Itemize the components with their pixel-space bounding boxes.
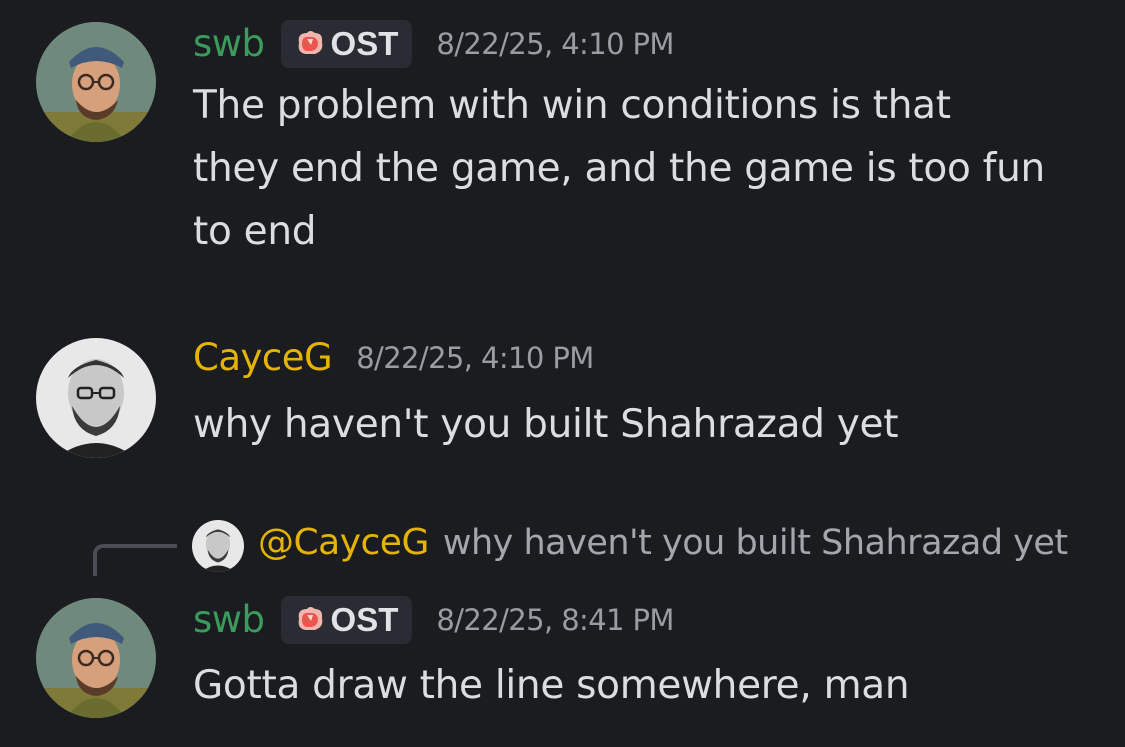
username[interactable]: swb	[193, 598, 265, 642]
message-3: swb OST 8/22/25, 8:41 PM Gotta draw the …	[0, 0, 1125, 747]
server-tag[interactable]: OST	[280, 596, 413, 644]
avatar-swb[interactable]	[36, 598, 156, 718]
tag-label: OST	[330, 601, 399, 638]
message-line: Gotta draw the line somewhere, man	[193, 663, 910, 708]
timestamp: 8/22/25, 8:41 PM	[436, 603, 674, 637]
gem-icon	[298, 607, 322, 630]
